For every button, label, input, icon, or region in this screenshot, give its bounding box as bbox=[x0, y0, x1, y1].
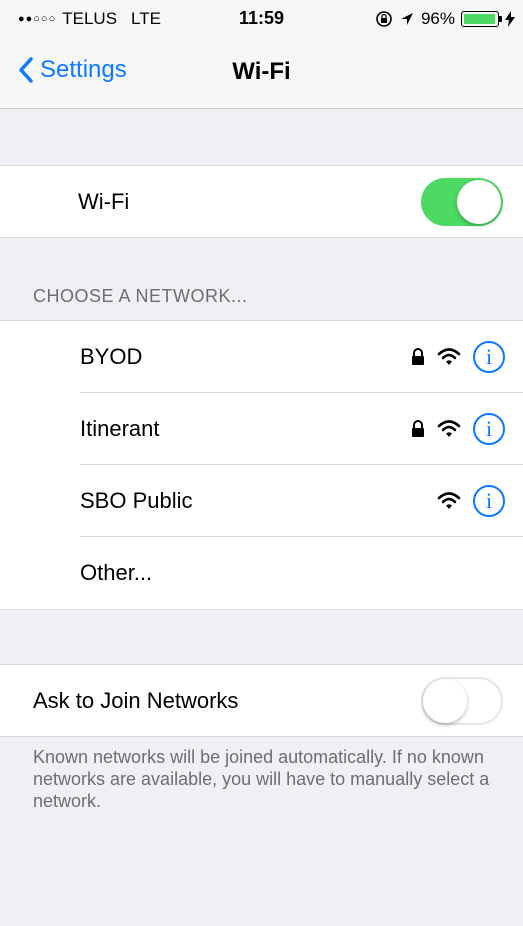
info-button[interactable]: i bbox=[473, 341, 505, 373]
other-network-label: Other... bbox=[80, 560, 153, 585]
location-arrow-icon bbox=[400, 13, 413, 25]
info-button[interactable]: i bbox=[473, 413, 505, 445]
info-button[interactable]: i bbox=[473, 485, 505, 517]
ask-to-join-label: Ask to Join Networks bbox=[33, 687, 239, 713]
network-list: BYOD i Itinerant i SBO Public i Other... bbox=[0, 320, 523, 610]
network-name: SBO Public bbox=[80, 488, 193, 513]
network-row-sbo-public[interactable]: SBO Public i bbox=[0, 465, 523, 537]
wifi-signal-icon bbox=[437, 348, 461, 365]
status-bar: ●●○○○ TELUS LTE 11:59 96% bbox=[0, 0, 523, 40]
other-network-row[interactable]: Other... bbox=[0, 537, 523, 609]
wifi-toggle-group: Wi-Fi bbox=[0, 165, 523, 238]
networks-section-header: CHOOSE A NETWORK... bbox=[33, 286, 248, 306]
navigation-bar: Settings Wi-Fi bbox=[0, 40, 523, 109]
ask-to-join-description: Known networks will be joined automatica… bbox=[33, 747, 490, 811]
charging-bolt-icon bbox=[505, 11, 515, 27]
battery-percent: 96% bbox=[420, 9, 455, 28]
ask-to-join-toggle-knob bbox=[423, 679, 467, 723]
wifi-toggle-knob bbox=[457, 180, 501, 224]
status-right: 96% bbox=[375, 9, 515, 29]
wifi-signal-icon bbox=[437, 492, 461, 509]
battery-tip bbox=[499, 16, 502, 22]
ask-to-join-group: Ask to Join Networks bbox=[0, 664, 523, 737]
network-icons: i bbox=[411, 341, 505, 373]
wifi-row: Wi-Fi bbox=[0, 166, 523, 237]
network-row-itinerant[interactable]: Itinerant i bbox=[0, 393, 523, 465]
network-name: Itinerant bbox=[80, 416, 160, 441]
wifi-signal-icon bbox=[437, 420, 461, 437]
lock-icon bbox=[412, 348, 424, 365]
network-icons: i bbox=[437, 485, 505, 517]
wifi-toggle[interactable] bbox=[421, 178, 503, 226]
ask-to-join-row: Ask to Join Networks bbox=[0, 665, 523, 736]
lock-icon bbox=[412, 420, 424, 437]
battery-icon bbox=[461, 11, 502, 27]
rotation-lock-icon bbox=[376, 11, 392, 27]
ask-to-join-toggle[interactable] bbox=[421, 677, 503, 725]
network-row-byod[interactable]: BYOD i bbox=[0, 321, 523, 393]
wifi-label: Wi-Fi bbox=[78, 188, 130, 214]
page-title: Wi-Fi bbox=[232, 58, 291, 85]
network-icons: i bbox=[411, 413, 505, 445]
battery-fill bbox=[464, 14, 495, 24]
network-name: BYOD bbox=[80, 344, 143, 369]
